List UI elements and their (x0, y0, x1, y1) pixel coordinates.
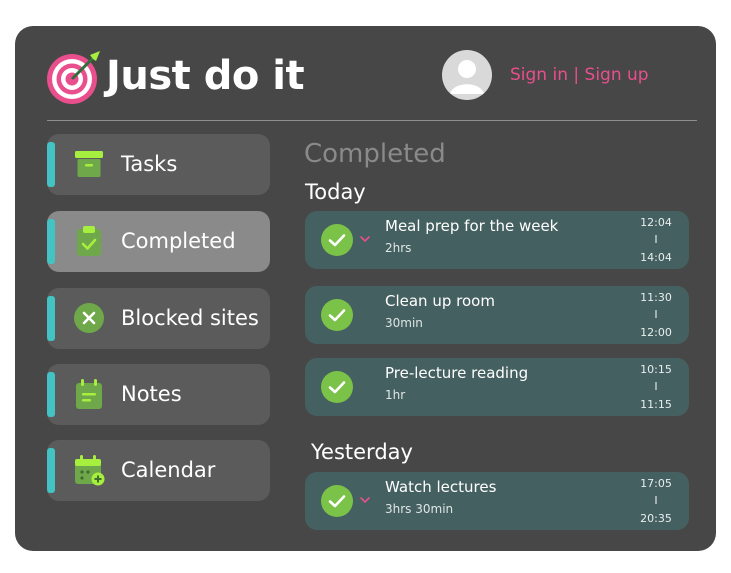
time-separator: I (654, 308, 658, 321)
sidebar-item-notes[interactable]: Notes (47, 364, 270, 425)
task-time-range: 10:15 I 11:15 (636, 363, 676, 411)
task-end-time: 11:15 (640, 398, 672, 411)
time-separator: I (654, 494, 658, 507)
group-label-today: Today (305, 180, 366, 204)
page-title: Completed (304, 139, 446, 169)
header-divider (47, 120, 697, 121)
sidebar-item-label: Notes (121, 382, 182, 406)
auth-separator: | (573, 65, 580, 85)
task-duration: 30min (385, 316, 423, 330)
nav-indicator (47, 296, 55, 341)
sidebar-item-label: Blocked sites (121, 306, 259, 330)
task-title: Meal prep for the week (385, 217, 559, 235)
nav-indicator (47, 372, 55, 417)
nav-indicator (47, 219, 55, 264)
task-duration: 3hrs 30min (385, 502, 454, 516)
sidebar-item-label: Completed (121, 229, 236, 253)
target-dart-icon (47, 51, 100, 104)
sign-up-link[interactable]: Sign up (585, 65, 649, 85)
archive-box-icon (75, 151, 103, 177)
task-end-time: 14:04 (640, 251, 672, 264)
task-time-range: 12:04 I 14:04 (636, 216, 676, 264)
task-duration: 2hrs (385, 241, 412, 255)
task-card[interactable]: Meal prep for the week 2hrs 12:04 I 14:0… (305, 211, 689, 269)
clipboard-check-icon (77, 226, 101, 256)
close-circle-icon (74, 303, 104, 333)
task-time-range: 17:05 I 20:35 (636, 477, 676, 525)
sidebar-item-blocked-sites[interactable]: Blocked sites (47, 288, 270, 349)
calendar-add-icon (75, 455, 105, 486)
task-duration: 1hr (385, 388, 406, 402)
task-title: Pre-lecture reading (385, 364, 529, 382)
task-end-time: 20:35 (640, 512, 672, 525)
time-separator: I (654, 380, 658, 393)
sidebar-item-calendar[interactable]: Calendar (47, 440, 270, 501)
sidebar-item-completed[interactable]: Completed (47, 211, 270, 272)
task-start-time: 17:05 (640, 477, 672, 490)
task-time-range: 11:30 I 12:00 (636, 291, 676, 339)
app-window: Just do it Sign in | Sign up Tasks Compl… (15, 26, 716, 551)
task-card[interactable]: Pre-lecture reading 1hr 10:15 I 11:15 (305, 358, 689, 416)
task-end-time: 12:00 (640, 326, 672, 339)
sidebar-item-label: Calendar (121, 458, 216, 482)
auth-links: Sign in | Sign up (510, 64, 649, 86)
notepad-icon (76, 379, 102, 409)
check-icon (321, 299, 353, 331)
task-title: Watch lectures (385, 478, 497, 496)
task-start-time: 11:30 (640, 291, 672, 304)
chevron-down-icon[interactable] (359, 233, 371, 245)
nav-indicator (47, 142, 55, 187)
task-title: Clean up room (385, 292, 495, 310)
task-start-time: 10:15 (640, 363, 672, 376)
sidebar-item-label: Tasks (121, 152, 178, 176)
task-card[interactable]: Watch lectures 3hrs 30min 17:05 I 20:35 (305, 472, 689, 530)
user-avatar-icon[interactable] (442, 50, 492, 100)
task-start-time: 12:04 (640, 216, 672, 229)
group-label-yesterday: Yesterday (311, 440, 413, 464)
sign-in-link[interactable]: Sign in (510, 65, 568, 85)
task-card[interactable]: Clean up room 30min 11:30 I 12:00 (305, 286, 689, 344)
check-icon (321, 224, 353, 256)
nav-indicator (47, 448, 55, 493)
check-icon (321, 371, 353, 403)
app-title: Just do it (106, 53, 305, 99)
sidebar-item-tasks[interactable]: Tasks (47, 134, 270, 195)
chevron-down-icon[interactable] (359, 494, 371, 506)
time-separator: I (654, 233, 658, 246)
check-icon (321, 485, 353, 517)
